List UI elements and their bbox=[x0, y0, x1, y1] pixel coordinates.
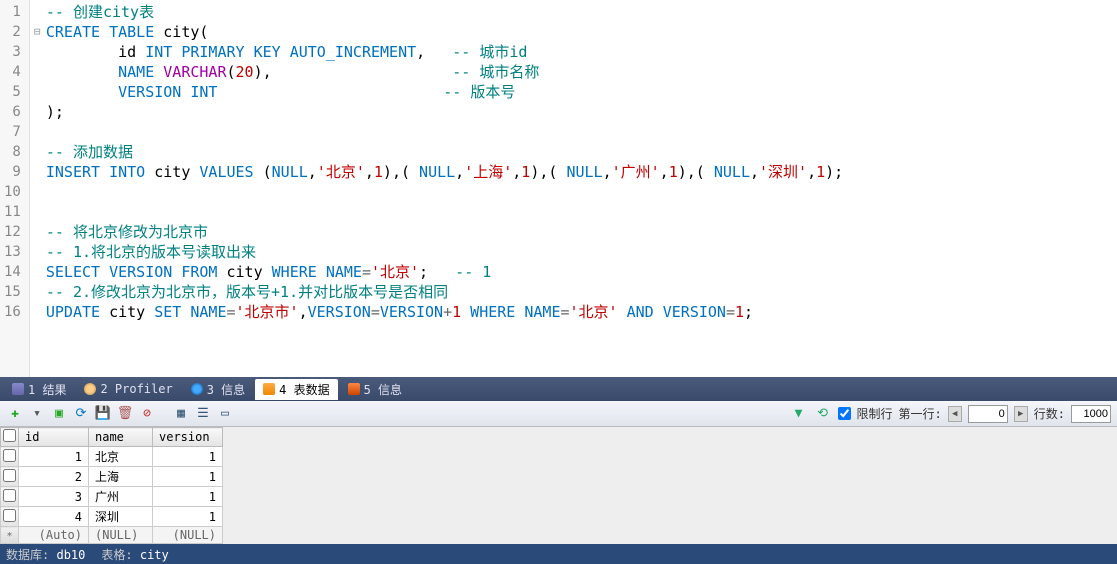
code-area[interactable]: -- 创建city表⊟CREATE TABLE city( id INT PRI… bbox=[30, 0, 1117, 377]
ico-grid-icon bbox=[12, 383, 24, 395]
cancel-button[interactable]: ⊘ bbox=[138, 405, 156, 423]
cell-version[interactable]: 1 bbox=[153, 467, 223, 487]
data-toolbar: ✚ ▾ ▣ ⟳ 💾 🗑 ⊘ ▦ ☰ ▭ ▼ ⟲ 限制行 第一行: ◀ ▶ 行数: bbox=[0, 401, 1117, 427]
form-view-button[interactable]: ☰ bbox=[194, 405, 212, 423]
status-db-value: db10 bbox=[56, 548, 85, 562]
select-all-checkbox[interactable] bbox=[3, 429, 16, 442]
line-gutter: 12345678910111213141516 bbox=[0, 0, 30, 377]
tab-1-结果[interactable]: 1 结果 bbox=[4, 379, 74, 400]
filter-icon[interactable]: ▼ bbox=[790, 405, 808, 423]
status-db-label: 数据库: bbox=[6, 548, 49, 562]
refresh-button[interactable]: ⟳ bbox=[72, 405, 90, 423]
status-table-value: city bbox=[140, 548, 169, 562]
table-row[interactable]: 3广州1 bbox=[1, 487, 223, 507]
sql-editor[interactable]: 12345678910111213141516 -- 创建city表⊟CREAT… bbox=[0, 0, 1117, 377]
tab-label: 1 结果 bbox=[28, 381, 66, 398]
tab-label: 4 表数据 bbox=[279, 381, 329, 398]
status-table-label: 表格: bbox=[101, 548, 132, 562]
dropdown-button[interactable]: ▾ bbox=[28, 405, 46, 423]
cell-version[interactable]: 1 bbox=[153, 507, 223, 527]
tab-4-表数据[interactable]: 4 表数据 bbox=[255, 379, 337, 400]
rowcount-input[interactable] bbox=[1071, 405, 1111, 423]
new-row[interactable]: *(Auto)(NULL)(NULL) bbox=[1, 527, 223, 544]
results-tabs: 1 结果 2 Profiler 3 信息 4 表数据 5 信息 bbox=[0, 377, 1117, 401]
col-header-id[interactable]: id bbox=[19, 428, 89, 447]
add-row-button[interactable]: ✚ bbox=[6, 405, 24, 423]
prev-page-button[interactable]: ◀ bbox=[948, 406, 962, 422]
table-row[interactable]: 4深圳1 bbox=[1, 507, 223, 527]
ico-info-icon bbox=[191, 383, 203, 395]
cell-id[interactable]: 1 bbox=[19, 447, 89, 467]
next-page-button[interactable]: ▶ bbox=[1014, 406, 1028, 422]
cell-name[interactable]: 深圳 bbox=[89, 507, 153, 527]
table-row[interactable]: 1北京1 bbox=[1, 447, 223, 467]
cell-id[interactable]: 2 bbox=[19, 467, 89, 487]
grid-view-button[interactable]: ▦ bbox=[172, 405, 190, 423]
insert-button[interactable]: ▣ bbox=[50, 405, 68, 423]
table-row[interactable]: 2上海1 bbox=[1, 467, 223, 487]
row-checkbox[interactable] bbox=[3, 489, 16, 502]
cell-version[interactable]: 1 bbox=[153, 487, 223, 507]
cell-name[interactable]: 广州 bbox=[89, 487, 153, 507]
delete-button[interactable]: 🗑 bbox=[116, 405, 134, 423]
save-button[interactable]: 💾 bbox=[94, 405, 112, 423]
row-checkbox[interactable] bbox=[3, 449, 16, 462]
refresh-icon[interactable]: ⟲ bbox=[814, 405, 832, 423]
limit-rows-checkbox[interactable] bbox=[838, 407, 851, 420]
cell-id[interactable]: 3 bbox=[19, 487, 89, 507]
row-checkbox[interactable] bbox=[3, 509, 16, 522]
ico-table-icon bbox=[263, 383, 275, 395]
rowcount-label: 行数: bbox=[1034, 405, 1065, 422]
tab-label: 3 信息 bbox=[207, 381, 245, 398]
tab-2-Profiler[interactable]: 2 Profiler bbox=[76, 380, 180, 398]
firstrow-label: 第一行: bbox=[899, 405, 942, 422]
result-grid[interactable]: idnameversion1北京12上海13广州14深圳1*(Auto)(NUL… bbox=[0, 427, 1117, 544]
text-view-button[interactable]: ▭ bbox=[216, 405, 234, 423]
tab-label: 2 Profiler bbox=[100, 382, 172, 396]
cell-id[interactable]: 4 bbox=[19, 507, 89, 527]
cell-version[interactable]: 1 bbox=[153, 447, 223, 467]
col-header-version[interactable]: version bbox=[153, 428, 223, 447]
limit-rows-label: 限制行 bbox=[857, 405, 893, 422]
ico-info2-icon bbox=[348, 383, 360, 395]
ico-user-icon bbox=[84, 383, 96, 395]
cell-name[interactable]: 北京 bbox=[89, 447, 153, 467]
cell-name[interactable]: 上海 bbox=[89, 467, 153, 487]
status-bar: 数据库: db10 表格: city bbox=[0, 544, 1117, 564]
firstrow-input[interactable] bbox=[968, 405, 1008, 423]
tab-label: 5 信息 bbox=[364, 381, 402, 398]
tab-3-信息[interactable]: 3 信息 bbox=[183, 379, 253, 400]
col-header-name[interactable]: name bbox=[89, 428, 153, 447]
tab-5-信息[interactable]: 5 信息 bbox=[340, 379, 410, 400]
row-checkbox[interactable] bbox=[3, 469, 16, 482]
